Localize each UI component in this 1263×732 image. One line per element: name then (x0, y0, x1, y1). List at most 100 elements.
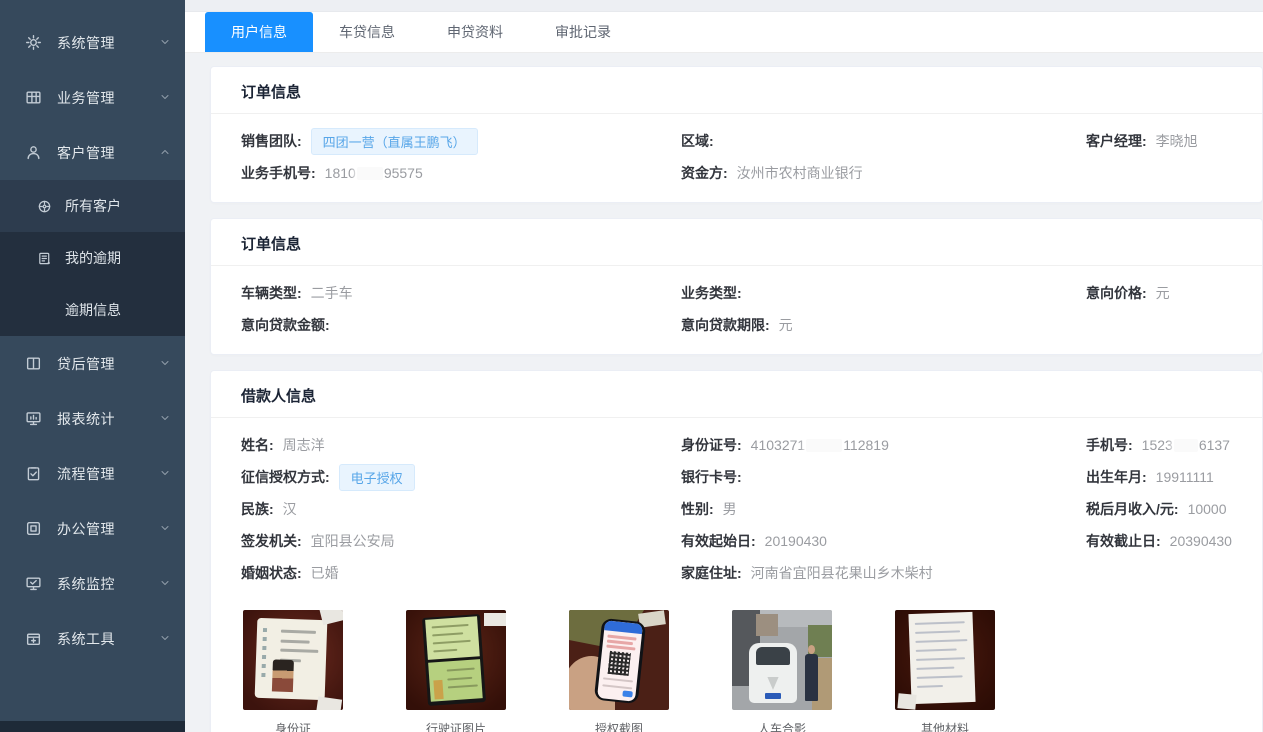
field-region: 区域: (681, 131, 1086, 151)
sidebar-item-overdue-info[interactable]: 逾期信息 (0, 284, 185, 336)
sidebar-item-customer-management[interactable]: 客户管理 (0, 125, 185, 180)
credit-auth-tag[interactable]: 电子授权 (339, 464, 415, 491)
field-label: 有效起始日: (681, 531, 756, 551)
chevron-up-icon (159, 145, 171, 161)
chevron-down-icon (159, 35, 171, 51)
tab-loan-application-materials[interactable]: 申贷资料 (421, 12, 529, 52)
field-value: 河南省宜阳县花果山乡木柴村 (751, 563, 933, 583)
redaction-blur (806, 439, 842, 452)
field-label: 身份证号: (681, 435, 742, 455)
user-icon (24, 144, 42, 162)
sidebar-item-label: 流程管理 (57, 464, 159, 484)
photo-caption: 人车合影 (732, 720, 832, 732)
tab-user-info[interactable]: 用户信息 (205, 12, 313, 52)
photo-person-car[interactable]: 人车合影 (732, 610, 832, 732)
sidebar-submenu-customer: 所有客户 我的逾期 逾期信息 (0, 180, 185, 336)
field-vehicle-type: 车辆类型: 二手车 (241, 283, 681, 303)
order-info-card: 订单信息 销售团队: 四团一营（直属王鹏飞） 区域: 客户经理: 李晓旭 (210, 66, 1263, 203)
chevron-down-icon (159, 631, 171, 647)
field-sales-team: 销售团队: 四团一营（直属王鹏飞） (241, 128, 681, 155)
chevron-down-icon (159, 411, 171, 427)
field-gender: 性别: 男 (681, 499, 1086, 519)
sidebar-item-report-statistics[interactable]: 报表统计 (0, 391, 185, 446)
sidebar-item-postloan-management[interactable]: 贷后管理 (0, 336, 185, 391)
field-ethnicity: 民族: 汉 (241, 499, 681, 519)
field-intended-loan-amount: 意向贷款金额: (241, 315, 681, 335)
sidebar-item-system-management[interactable]: 系统管理 (0, 15, 185, 70)
sidebar-item-all-customers[interactable]: 所有客户 (0, 180, 185, 232)
loan-intent-card: 订单信息 车辆类型: 二手车 业务类型: 意向价格: 元 (210, 218, 1263, 355)
field-label: 区域: (681, 131, 714, 151)
photo-vehicle-license[interactable]: 行驶证图片 (406, 610, 506, 732)
field-label: 婚姻状态: (241, 563, 302, 583)
field-label: 资金方: (681, 163, 728, 183)
sidebar-item-my-overdue[interactable]: 我的逾期 (0, 232, 185, 284)
card-title: 订单信息 (211, 67, 1262, 114)
field-label: 业务手机号: (241, 163, 316, 183)
field-label: 民族: (241, 499, 274, 519)
field-value: 4103271112819 (751, 437, 889, 453)
field-label: 姓名: (241, 435, 274, 455)
field-value: 20390430 (1170, 533, 1232, 549)
field-label: 有效截止日: (1086, 531, 1161, 551)
sidebar-item-label: 报表统计 (57, 409, 159, 429)
field-value: 汝州市农村商业银行 (737, 163, 863, 183)
sidebar-item-process-management[interactable]: 流程管理 (0, 446, 185, 501)
tab-panel-user-info: 订单信息 销售团队: 四团一营（直属王鹏飞） 区域: 客户经理: 李晓旭 (185, 53, 1263, 732)
field-label: 银行卡号: (681, 467, 742, 487)
box-plus-icon (24, 630, 42, 648)
field-value: 男 (723, 499, 737, 519)
field-name: 姓名: 周志洋 (241, 435, 681, 455)
sidebar: 系统管理 业务管理 客户管理 所有客户 (0, 0, 185, 732)
field-label: 销售团队: (241, 131, 302, 151)
main-content: 用户信息 车贷信息 申贷资料 审批记录 订单信息 销售团队: 四团一营（直属王鹏… (185, 0, 1263, 732)
tab-car-loan-info[interactable]: 车贷信息 (313, 12, 421, 52)
sidebar-item-system-monitoring[interactable]: 系统监控 (0, 556, 185, 611)
field-value: 周志洋 (283, 435, 325, 455)
sidebar-item-label: 系统监控 (57, 574, 159, 594)
sidebar-item-system-tools[interactable]: 系统工具 (0, 611, 185, 666)
photo-document[interactable]: 其他材料 (895, 610, 995, 732)
redaction-blur (1174, 439, 1198, 452)
sidebar-item-label: 所有客户 (65, 196, 121, 216)
field-label: 税后月收入/元: (1086, 499, 1179, 519)
tab-approval-records[interactable]: 审批记录 (529, 12, 637, 52)
field-intended-price: 意向价格: 元 (1086, 283, 1232, 303)
chevron-down-icon (159, 466, 171, 482)
field-valid-to: 有效截止日: 20390430 (1086, 531, 1232, 551)
sidebar-item-office-management[interactable]: 办公管理 (0, 501, 185, 556)
photo-auth-screenshot[interactable]: 授权截图 (569, 610, 669, 732)
sidebar-item-label: 客户管理 (57, 143, 159, 163)
chevron-down-icon (159, 90, 171, 106)
sidebar-item-business-management[interactable]: 业务管理 (0, 70, 185, 125)
field-business-type: 业务类型: (681, 283, 1086, 303)
sales-team-tag[interactable]: 四团一营（直属王鹏飞） (311, 128, 478, 155)
field-label: 性别: (681, 499, 714, 519)
sidebar-item-label: 逾期信息 (65, 300, 121, 320)
field-value: 二手车 (311, 283, 353, 303)
sidebar-item-label: 系统管理 (57, 33, 159, 53)
field-value: 10000 (1188, 501, 1227, 517)
field-value: 宜阳县公安局 (311, 531, 395, 551)
field-label: 家庭住址: (681, 563, 742, 583)
field-label: 意向贷款期限: (681, 315, 770, 335)
photo-caption: 授权截图 (569, 720, 669, 732)
grid-icon (24, 89, 42, 107)
sidebar-collapse-bar[interactable] (0, 721, 185, 732)
sidebar-item-label: 贷后管理 (57, 354, 159, 374)
chevron-down-icon (159, 576, 171, 592)
photo-caption: 行驶证图片 (406, 720, 506, 732)
field-id-number: 身份证号: 4103271112819 (681, 435, 1086, 455)
photo-id-card[interactable]: 身份证 (243, 610, 343, 732)
field-label: 签发机关: (241, 531, 302, 551)
field-value: 20190430 (765, 533, 827, 549)
field-value: 19911111 (1156, 469, 1214, 485)
field-business-phone: 业务手机号: 181095575 (241, 163, 681, 183)
clipboard-icon (24, 465, 42, 483)
field-issuing-authority: 签发机关: 宜阳县公安局 (241, 531, 681, 551)
field-label: 意向贷款金额: (241, 315, 330, 335)
field-funding-party: 资金方: 汝州市农村商业银行 (681, 163, 1086, 183)
field-marital-status: 婚姻状态: 已婚 (241, 563, 681, 583)
chevron-down-icon (159, 521, 171, 537)
sidebar-item-label: 系统工具 (57, 629, 159, 649)
